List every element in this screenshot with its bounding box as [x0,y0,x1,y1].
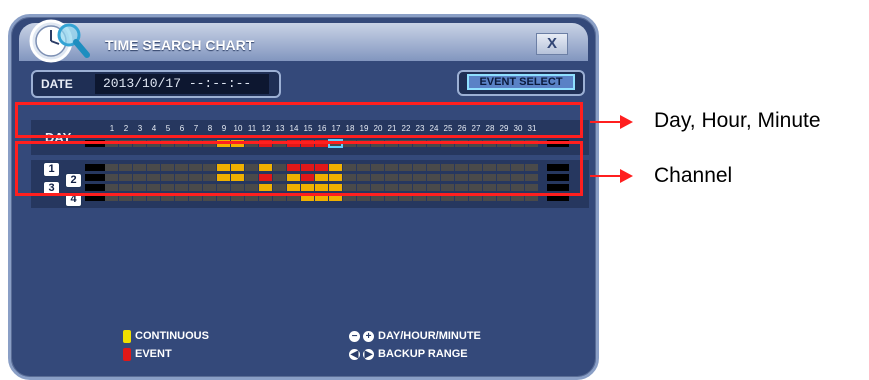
legend-continuous: CONTINUOUS [135,330,209,342]
title-bar: TIME SEARCH CHART X [19,19,588,63]
day-arrow-line [590,121,620,123]
continuous-swatch [123,330,131,343]
channel-arrow-head [620,169,633,183]
close-button[interactable]: X [536,33,568,55]
day-highlight-box [15,102,583,138]
event-select-label: EVENT SELECT [467,74,575,90]
day-arrow-head [620,115,633,129]
legend-day-hour-minute: DAY/HOUR/MINUTE [378,330,481,342]
window-title: TIME SEARCH CHART [105,37,255,53]
channel-arrow-line [590,175,620,177]
legend-backup-range: BACKUP RANGE [378,348,468,360]
right-bracket-icon[interactable]: ▶ [363,349,374,360]
event-select-button[interactable]: EVENT SELECT [457,70,585,96]
plus-icon[interactable]: + [363,331,374,342]
event-swatch [123,348,131,361]
legend-event: EVENT [135,348,172,360]
channel-highlight-box [15,141,583,196]
time-search-window: TIME SEARCH CHART X DATE 2013/10/17 --:-… [8,14,599,380]
date-label: DATE [41,77,73,91]
date-value[interactable]: 2013/10/17 --:--:-- [95,74,269,94]
left-bracket-icon[interactable]: ◀ [349,349,360,360]
annotation-day-hour-minute: Day, Hour, Minute [654,109,821,132]
minus-icon[interactable]: − [349,331,360,342]
date-field[interactable]: DATE 2013/10/17 --:--:-- [31,70,281,98]
clock-search-icon [29,19,90,63]
annotation-channel: Channel [654,164,733,187]
